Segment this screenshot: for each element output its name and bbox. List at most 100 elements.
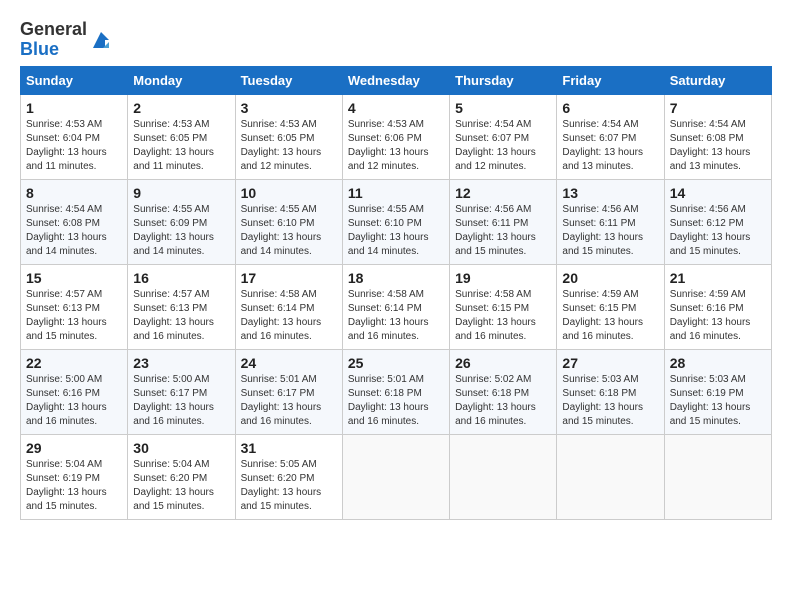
calendar-week-row: 15 Sunrise: 4:57 AMSunset: 6:13 PMDaylig… (21, 264, 772, 349)
day-number: 23 (133, 355, 229, 371)
day-number: 24 (241, 355, 337, 371)
calendar-cell: 3 Sunrise: 4:53 AMSunset: 6:05 PMDayligh… (235, 94, 342, 179)
header-tuesday: Tuesday (235, 66, 342, 94)
day-info: Sunrise: 4:55 AMSunset: 6:10 PMDaylight:… (241, 204, 322, 257)
day-info: Sunrise: 5:00 AMSunset: 6:16 PMDaylight:… (26, 374, 107, 427)
calendar-cell: 6 Sunrise: 4:54 AMSunset: 6:07 PMDayligh… (557, 94, 664, 179)
day-info: Sunrise: 4:53 AMSunset: 6:06 PMDaylight:… (348, 119, 429, 172)
calendar-week-row: 1 Sunrise: 4:53 AMSunset: 6:04 PMDayligh… (21, 94, 772, 179)
day-info: Sunrise: 5:05 AMSunset: 6:20 PMDaylight:… (241, 459, 322, 512)
calendar-week-row: 29 Sunrise: 5:04 AMSunset: 6:19 PMDaylig… (21, 434, 772, 519)
calendar-week-row: 8 Sunrise: 4:54 AMSunset: 6:08 PMDayligh… (21, 179, 772, 264)
day-number: 2 (133, 100, 229, 116)
calendar-cell: 27 Sunrise: 5:03 AMSunset: 6:18 PMDaylig… (557, 349, 664, 434)
day-number: 4 (348, 100, 444, 116)
header-monday: Monday (128, 66, 235, 94)
logo-icon (89, 28, 113, 52)
day-number: 5 (455, 100, 551, 116)
day-number: 21 (670, 270, 766, 286)
day-info: Sunrise: 4:56 AMSunset: 6:12 PMDaylight:… (670, 204, 751, 257)
calendar-cell: 12 Sunrise: 4:56 AMSunset: 6:11 PMDaylig… (450, 179, 557, 264)
day-number: 12 (455, 185, 551, 201)
calendar-cell: 1 Sunrise: 4:53 AMSunset: 6:04 PMDayligh… (21, 94, 128, 179)
day-info: Sunrise: 5:00 AMSunset: 6:17 PMDaylight:… (133, 374, 214, 427)
day-info: Sunrise: 5:03 AMSunset: 6:18 PMDaylight:… (562, 374, 643, 427)
calendar-table: SundayMondayTuesdayWednesdayThursdayFrid… (20, 66, 772, 520)
calendar-cell (664, 434, 771, 519)
calendar-cell (557, 434, 664, 519)
day-info: Sunrise: 4:58 AMSunset: 6:14 PMDaylight:… (348, 289, 429, 342)
day-info: Sunrise: 4:53 AMSunset: 6:05 PMDaylight:… (241, 119, 322, 172)
day-number: 7 (670, 100, 766, 116)
calendar-cell: 26 Sunrise: 5:02 AMSunset: 6:18 PMDaylig… (450, 349, 557, 434)
day-number: 10 (241, 185, 337, 201)
calendar-cell (450, 434, 557, 519)
header-saturday: Saturday (664, 66, 771, 94)
day-number: 11 (348, 185, 444, 201)
calendar-cell: 19 Sunrise: 4:58 AMSunset: 6:15 PMDaylig… (450, 264, 557, 349)
calendar-cell: 8 Sunrise: 4:54 AMSunset: 6:08 PMDayligh… (21, 179, 128, 264)
logo-blue: Blue (20, 40, 87, 60)
calendar-cell: 21 Sunrise: 4:59 AMSunset: 6:16 PMDaylig… (664, 264, 771, 349)
day-info: Sunrise: 4:57 AMSunset: 6:13 PMDaylight:… (26, 289, 107, 342)
day-info: Sunrise: 5:01 AMSunset: 6:17 PMDaylight:… (241, 374, 322, 427)
day-info: Sunrise: 5:04 AMSunset: 6:19 PMDaylight:… (26, 459, 107, 512)
logo: General Blue (20, 20, 113, 60)
day-number: 22 (26, 355, 122, 371)
day-info: Sunrise: 4:54 AMSunset: 6:08 PMDaylight:… (26, 204, 107, 257)
calendar-cell: 9 Sunrise: 4:55 AMSunset: 6:09 PMDayligh… (128, 179, 235, 264)
calendar-header-row: SundayMondayTuesdayWednesdayThursdayFrid… (21, 66, 772, 94)
calendar-cell: 25 Sunrise: 5:01 AMSunset: 6:18 PMDaylig… (342, 349, 449, 434)
calendar-cell: 17 Sunrise: 4:58 AMSunset: 6:14 PMDaylig… (235, 264, 342, 349)
calendar-cell: 30 Sunrise: 5:04 AMSunset: 6:20 PMDaylig… (128, 434, 235, 519)
logo-general: General (20, 20, 87, 40)
calendar-cell: 29 Sunrise: 5:04 AMSunset: 6:19 PMDaylig… (21, 434, 128, 519)
day-info: Sunrise: 4:57 AMSunset: 6:13 PMDaylight:… (133, 289, 214, 342)
header-thursday: Thursday (450, 66, 557, 94)
calendar-cell: 13 Sunrise: 4:56 AMSunset: 6:11 PMDaylig… (557, 179, 664, 264)
day-info: Sunrise: 4:54 AMSunset: 6:07 PMDaylight:… (455, 119, 536, 172)
day-number: 6 (562, 100, 658, 116)
calendar-cell: 15 Sunrise: 4:57 AMSunset: 6:13 PMDaylig… (21, 264, 128, 349)
calendar-cell (342, 434, 449, 519)
day-number: 18 (348, 270, 444, 286)
calendar-cell: 14 Sunrise: 4:56 AMSunset: 6:12 PMDaylig… (664, 179, 771, 264)
day-info: Sunrise: 4:58 AMSunset: 6:15 PMDaylight:… (455, 289, 536, 342)
day-number: 19 (455, 270, 551, 286)
day-number: 17 (241, 270, 337, 286)
day-number: 16 (133, 270, 229, 286)
header-friday: Friday (557, 66, 664, 94)
calendar-cell: 18 Sunrise: 4:58 AMSunset: 6:14 PMDaylig… (342, 264, 449, 349)
calendar-cell: 11 Sunrise: 4:55 AMSunset: 6:10 PMDaylig… (342, 179, 449, 264)
page-header: General Blue (20, 20, 772, 60)
calendar-cell: 20 Sunrise: 4:59 AMSunset: 6:15 PMDaylig… (557, 264, 664, 349)
day-number: 1 (26, 100, 122, 116)
calendar-cell: 7 Sunrise: 4:54 AMSunset: 6:08 PMDayligh… (664, 94, 771, 179)
day-info: Sunrise: 5:02 AMSunset: 6:18 PMDaylight:… (455, 374, 536, 427)
day-info: Sunrise: 4:59 AMSunset: 6:16 PMDaylight:… (670, 289, 751, 342)
calendar-cell: 31 Sunrise: 5:05 AMSunset: 6:20 PMDaylig… (235, 434, 342, 519)
day-number: 27 (562, 355, 658, 371)
calendar-week-row: 22 Sunrise: 5:00 AMSunset: 6:16 PMDaylig… (21, 349, 772, 434)
calendar-cell: 16 Sunrise: 4:57 AMSunset: 6:13 PMDaylig… (128, 264, 235, 349)
day-info: Sunrise: 4:58 AMSunset: 6:14 PMDaylight:… (241, 289, 322, 342)
day-info: Sunrise: 4:53 AMSunset: 6:04 PMDaylight:… (26, 119, 107, 172)
day-number: 30 (133, 440, 229, 456)
calendar-cell: 22 Sunrise: 5:00 AMSunset: 6:16 PMDaylig… (21, 349, 128, 434)
calendar-cell: 24 Sunrise: 5:01 AMSunset: 6:17 PMDaylig… (235, 349, 342, 434)
day-number: 20 (562, 270, 658, 286)
calendar-cell: 23 Sunrise: 5:00 AMSunset: 6:17 PMDaylig… (128, 349, 235, 434)
day-number: 28 (670, 355, 766, 371)
calendar-cell: 28 Sunrise: 5:03 AMSunset: 6:19 PMDaylig… (664, 349, 771, 434)
day-number: 13 (562, 185, 658, 201)
calendar-cell: 2 Sunrise: 4:53 AMSunset: 6:05 PMDayligh… (128, 94, 235, 179)
day-number: 25 (348, 355, 444, 371)
day-info: Sunrise: 4:54 AMSunset: 6:07 PMDaylight:… (562, 119, 643, 172)
day-info: Sunrise: 5:01 AMSunset: 6:18 PMDaylight:… (348, 374, 429, 427)
day-info: Sunrise: 4:59 AMSunset: 6:15 PMDaylight:… (562, 289, 643, 342)
day-info: Sunrise: 4:56 AMSunset: 6:11 PMDaylight:… (455, 204, 536, 257)
day-number: 15 (26, 270, 122, 286)
day-number: 29 (26, 440, 122, 456)
day-number: 3 (241, 100, 337, 116)
header-sunday: Sunday (21, 66, 128, 94)
